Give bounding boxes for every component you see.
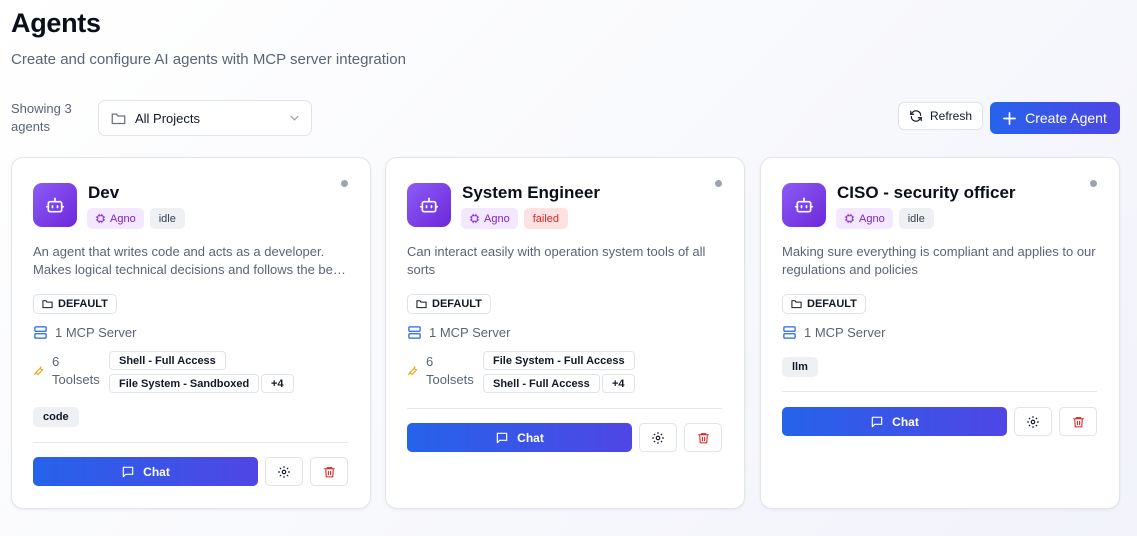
robot-icon xyxy=(407,183,451,227)
chat-button[interactable]: Chat xyxy=(33,457,258,486)
delete-button[interactable] xyxy=(1059,407,1097,436)
robot-icon xyxy=(782,183,826,227)
settings-button[interactable] xyxy=(265,457,303,486)
divider xyxy=(407,408,722,409)
agent-card-ciso: CISO - security officer Agno idle Making… xyxy=(760,157,1120,509)
mcp-server-count: 1 MCP Server xyxy=(407,325,510,340)
folder-icon xyxy=(416,299,427,309)
agent-tag: code xyxy=(33,407,79,427)
toolset-more-chip: +4 xyxy=(602,374,635,393)
wrench-icon xyxy=(407,364,419,376)
refresh-button[interactable]: Refresh xyxy=(898,102,983,130)
refresh-label: Refresh xyxy=(929,109,973,123)
divider xyxy=(33,442,348,443)
project-tag: DEFAULT xyxy=(782,294,866,314)
plus-icon xyxy=(1003,111,1017,125)
gear-icon xyxy=(1026,415,1040,429)
folder-icon xyxy=(791,299,802,309)
server-icon xyxy=(407,325,422,340)
folder-icon xyxy=(111,112,126,125)
gear-icon xyxy=(277,465,291,479)
agent-description: Can interact easily with operation syste… xyxy=(407,244,706,277)
mcp-server-count: 1 MCP Server xyxy=(782,325,885,340)
status-dot xyxy=(1090,180,1097,187)
create-agent-button[interactable]: Create Agent xyxy=(990,102,1120,134)
agent-card-system-engineer: System Engineer Agno failed Can interact… xyxy=(385,157,745,509)
delete-button[interactable] xyxy=(310,457,348,486)
server-icon xyxy=(33,325,48,340)
trash-icon xyxy=(323,465,336,479)
folder-icon xyxy=(42,299,53,309)
framework-badge: Agno xyxy=(461,208,518,229)
cpu-icon xyxy=(469,213,480,224)
agent-name: CISO - security officer xyxy=(837,183,1016,202)
project-tag: DEFAULT xyxy=(407,294,491,314)
trash-icon xyxy=(697,431,710,445)
delete-button[interactable] xyxy=(684,423,722,452)
agent-description: An agent that writes code and acts as a … xyxy=(33,244,344,277)
project-filter-select[interactable]: All Projects xyxy=(98,100,312,136)
agent-name: Dev xyxy=(88,183,120,202)
divider xyxy=(782,391,1097,392)
create-agent-label: Create Agent xyxy=(1025,110,1107,126)
agent-count-text: Showing 3 agents xyxy=(11,101,72,134)
status-badge: idle xyxy=(149,208,185,229)
chat-icon xyxy=(121,465,135,479)
settings-button[interactable] xyxy=(639,423,677,452)
framework-badge: Agno xyxy=(87,208,144,229)
toolset-more-chip: +4 xyxy=(261,374,294,393)
status-badge: idle xyxy=(898,208,934,229)
chevron-down-icon xyxy=(290,115,299,121)
agent-description: Making sure everything is compliant and … xyxy=(782,244,1096,277)
agent-tag: llm xyxy=(782,357,818,377)
settings-button[interactable] xyxy=(1014,407,1052,436)
chat-button[interactable]: Chat xyxy=(407,423,632,452)
agent-card-dev: Dev Agno idle An agent that writes code … xyxy=(11,157,371,509)
mcp-server-count: 1 MCP Server xyxy=(33,325,136,340)
framework-badge: Agno xyxy=(836,208,893,229)
toolsets-count: 6 Toolsets xyxy=(426,354,474,387)
toolset-chip: File System - Full Access xyxy=(483,351,635,370)
status-dot xyxy=(341,180,348,187)
cpu-icon xyxy=(95,213,106,224)
project-filter-value: All Projects xyxy=(135,110,201,126)
agent-name: System Engineer xyxy=(462,183,600,202)
status-dot xyxy=(715,180,722,187)
page-subtitle: Create and configure AI agents with MCP … xyxy=(11,51,406,68)
gear-icon xyxy=(651,431,665,445)
toolset-chip: Shell - Full Access xyxy=(483,374,600,393)
page-title: Agents xyxy=(11,8,101,38)
cpu-icon xyxy=(844,213,855,224)
chat-icon xyxy=(495,431,509,445)
chat-icon xyxy=(870,415,884,429)
refresh-icon xyxy=(909,109,923,123)
robot-icon xyxy=(33,183,77,227)
toolset-chip: Shell - Full Access xyxy=(109,351,226,370)
server-icon xyxy=(782,325,797,340)
toolsets-count: 6 Toolsets xyxy=(52,354,100,387)
toolset-chip: File System - Sandboxed xyxy=(109,374,260,393)
status-badge: failed xyxy=(523,208,568,229)
project-tag: DEFAULT xyxy=(33,294,117,314)
chat-button[interactable]: Chat xyxy=(782,407,1007,436)
wrench-icon xyxy=(33,364,45,376)
trash-icon xyxy=(1072,415,1085,429)
